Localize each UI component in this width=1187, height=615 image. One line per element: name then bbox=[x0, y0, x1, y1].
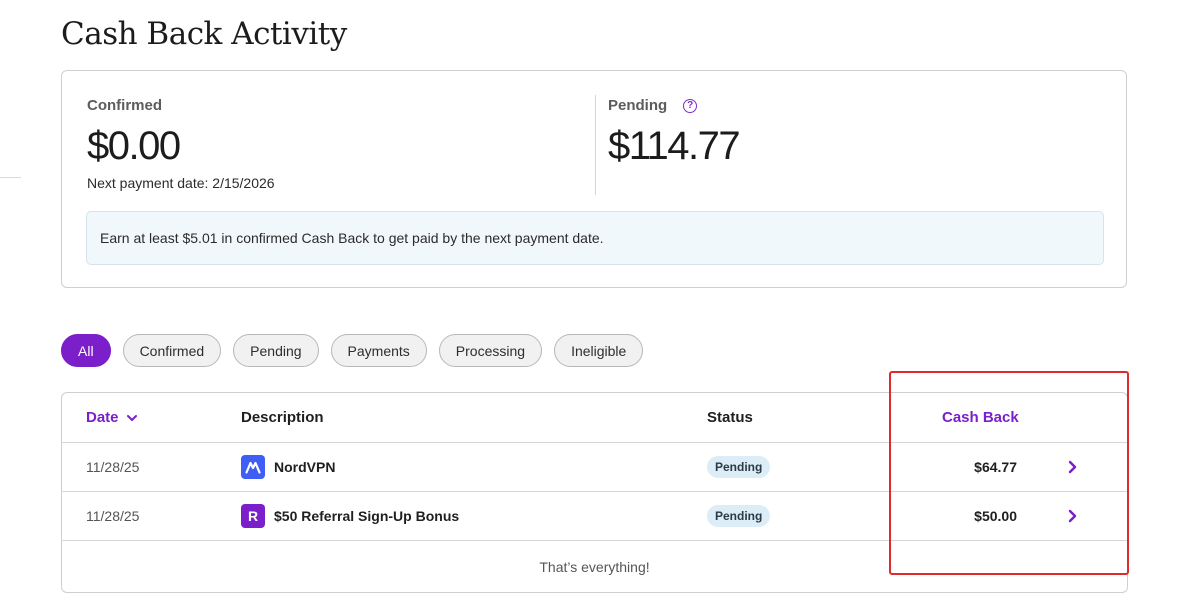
confirmed-summary: Confirmed $0.00 Next payment date: 2/15/… bbox=[87, 97, 275, 191]
row-date: 11/28/25 bbox=[86, 508, 140, 524]
date-header-label: Date bbox=[86, 409, 119, 426]
pending-label-row: Pending ? bbox=[608, 97, 739, 114]
status-badge: Pending bbox=[707, 456, 771, 478]
filter-processing[interactable]: Processing bbox=[438, 334, 543, 367]
cash-back-summary-card: Confirmed $0.00 Next payment date: 2/15/… bbox=[61, 70, 1127, 288]
date-sort-header[interactable]: Date bbox=[86, 393, 137, 442]
row-status: Pending bbox=[707, 492, 771, 540]
filter-confirmed[interactable]: Confirmed bbox=[122, 334, 222, 367]
row-cash-back-amount: $50.00 bbox=[974, 508, 1017, 524]
page-title: Cash Back Activity bbox=[61, 16, 347, 52]
nordvpn-logo-icon bbox=[241, 455, 265, 479]
row-status: Pending bbox=[707, 443, 771, 491]
confirmed-label: Confirmed bbox=[87, 97, 162, 114]
payment-threshold-notice: Earn at least $5.01 in confirmed Cash Ba… bbox=[86, 211, 1104, 265]
row-description-text: $50 Referral Sign-Up Bonus bbox=[274, 508, 460, 524]
filter-payments[interactable]: Payments bbox=[330, 334, 427, 367]
filter-pending[interactable]: Pending bbox=[233, 334, 319, 367]
question-circle-icon[interactable]: ? bbox=[683, 98, 698, 113]
table-header: Date Description Status Cash Back bbox=[62, 393, 1127, 443]
table-row[interactable]: 11/28/25 R $50 Referral Sign-Up Bonus Pe… bbox=[62, 492, 1127, 541]
filter-ineligible[interactable]: Ineligible bbox=[554, 334, 644, 367]
row-date: 11/28/25 bbox=[86, 459, 140, 475]
cash-back-sort-header[interactable]: Cash Back bbox=[942, 393, 1019, 442]
description-header: Description bbox=[241, 409, 324, 426]
next-payment-date: Next payment date: 2/15/2026 bbox=[87, 175, 275, 191]
table-row[interactable]: 11/28/25 NordVPN Pending $64.77 bbox=[62, 443, 1127, 492]
row-description-text: NordVPN bbox=[274, 459, 336, 475]
chevron-right-icon[interactable] bbox=[1068, 443, 1078, 491]
summary-divider bbox=[595, 95, 596, 195]
row-description: NordVPN bbox=[241, 443, 335, 491]
row-cash-back-amount: $64.77 bbox=[974, 459, 1017, 475]
rakuten-logo-icon: R bbox=[241, 504, 265, 528]
chevron-right-icon[interactable] bbox=[1068, 492, 1078, 540]
left-edge-divider bbox=[0, 177, 21, 178]
pending-amount: $114.77 bbox=[608, 124, 741, 168]
chevron-down-icon bbox=[126, 414, 137, 421]
confirmed-amount: $0.00 bbox=[87, 124, 181, 168]
status-badge: Pending bbox=[707, 505, 771, 527]
activity-table: Date Description Status Cash Back 11/28/… bbox=[61, 392, 1128, 593]
table-end-message: That’s everything! bbox=[539, 559, 650, 575]
activity-filter-chips: All Confirmed Pending Payments Processin… bbox=[61, 334, 644, 367]
pending-label: Pending bbox=[608, 97, 668, 114]
pending-summary: Pending ? $114.77 bbox=[608, 97, 741, 168]
filter-all[interactable]: All bbox=[61, 334, 111, 367]
row-description: R $50 Referral Sign-Up Bonus bbox=[241, 492, 459, 540]
status-header: Status bbox=[707, 409, 753, 426]
